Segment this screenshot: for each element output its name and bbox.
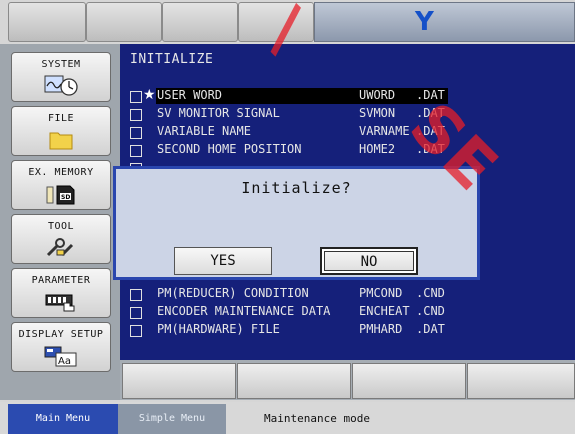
item-file: UWORD xyxy=(359,88,396,102)
svg-text:Aa: Aa xyxy=(58,356,71,367)
list-item[interactable]: PM(REDUCER) CONDITION PMCOND .CND xyxy=(126,286,456,302)
list-item[interactable]: SV MONITOR SIGNAL SVMON .DAT xyxy=(126,106,456,122)
sidebar-item-tool[interactable]: TOOL xyxy=(11,214,111,264)
sidebar-item-file[interactable]: FILE xyxy=(11,106,111,156)
checkbox[interactable] xyxy=(130,109,142,121)
item-name: PM(HARDWARE) FILE xyxy=(157,322,280,336)
checkbox[interactable] xyxy=(130,325,142,337)
item-name: VARIABLE NAME xyxy=(157,124,251,138)
yes-button[interactable]: YES xyxy=(174,247,272,275)
dialog-title: Initialize? xyxy=(241,179,352,197)
axis-indicator: Y xyxy=(415,7,434,37)
sidebar-item-label: SYSTEM xyxy=(41,59,81,70)
page-title: INITIALIZE xyxy=(130,52,214,67)
item-ext: .DAT xyxy=(416,142,445,156)
item-file: HOME2 xyxy=(359,142,396,156)
item-ext: .CND xyxy=(416,304,445,318)
initialize-confirm-dialog: Initialize? YES NO xyxy=(113,166,480,280)
list-item[interactable]: SECOND HOME POSITION HOME2 .DAT xyxy=(126,142,456,158)
axis-indicator-bar: Y xyxy=(314,2,575,42)
sd-card-icon: SD xyxy=(46,185,75,205)
function-button-4[interactable] xyxy=(467,363,575,399)
sidebar-item-label: EX. MEMORY xyxy=(28,167,94,178)
top-tab-1[interactable] xyxy=(8,2,86,42)
sidebar-item-system[interactable]: SYSTEM xyxy=(11,52,111,102)
main-menu-button[interactable]: Main Menu xyxy=(8,404,118,434)
folder-icon xyxy=(49,132,73,150)
item-ext: .CND xyxy=(416,286,445,300)
sidebar-item-label: PARAMETER xyxy=(31,275,91,286)
item-ext: .DAT xyxy=(416,88,445,102)
function-button-2[interactable] xyxy=(237,363,351,399)
sidebar-item-ex-memory[interactable]: EX. MEMORY SD xyxy=(11,160,111,210)
item-name: PM(REDUCER) CONDITION xyxy=(157,286,309,300)
top-tab-2[interactable] xyxy=(86,2,162,42)
item-ext: .DAT xyxy=(416,106,445,120)
item-name: USER WORD xyxy=(157,88,223,102)
item-name: SV MONITOR SIGNAL xyxy=(157,106,280,120)
parameter-hand-icon xyxy=(45,294,75,312)
item-file: PMCOND xyxy=(359,286,403,300)
list-item[interactable]: VARIABLE NAME VARNAME .DAT xyxy=(126,124,456,140)
no-button[interactable]: NO xyxy=(320,247,418,275)
top-tab-3[interactable] xyxy=(162,2,238,42)
item-file: PMHARD xyxy=(359,322,403,336)
sidebar-item-display-setup[interactable]: DISPLAY SETUP Aa xyxy=(11,322,111,372)
item-file: ENCHEAT xyxy=(359,304,410,318)
list-item[interactable]: ★ USER WORD UWORD .DAT xyxy=(126,87,456,104)
tool-icon xyxy=(46,238,74,257)
simple-menu-button[interactable]: Simple Menu xyxy=(118,404,226,434)
checkbox[interactable] xyxy=(130,289,142,301)
checkbox[interactable] xyxy=(130,127,142,139)
sidebar-item-parameter[interactable]: PARAMETER xyxy=(11,268,111,318)
function-button-1[interactable] xyxy=(122,363,236,399)
display-font-icon: Aa xyxy=(44,346,77,367)
list-item[interactable]: ENCODER MAINTENANCE DATA ENCHEAT .CND xyxy=(126,304,456,320)
chart-gauge-icon xyxy=(44,75,78,96)
list-item[interactable]: PM(HARDWARE) FILE PMHARD .DAT xyxy=(126,322,456,338)
mode-indicator: Maintenance mode xyxy=(264,412,370,425)
item-file: SVMON xyxy=(359,106,396,120)
sidebar-item-label: TOOL xyxy=(47,221,75,232)
item-ext: .DAT xyxy=(416,322,445,336)
checkbox[interactable] xyxy=(130,91,142,103)
item-ext: .DAT xyxy=(416,124,445,138)
sidebar-item-label: DISPLAY SETUP xyxy=(18,329,104,340)
checkbox[interactable] xyxy=(130,145,142,157)
svg-text:SD: SD xyxy=(61,194,70,201)
top-tab-4[interactable] xyxy=(238,2,314,42)
item-file: VARNAME xyxy=(359,124,410,138)
checkbox[interactable] xyxy=(130,307,142,319)
item-name: SECOND HOME POSITION xyxy=(157,142,302,156)
function-button-3[interactable] xyxy=(352,363,466,399)
item-name: ENCODER MAINTENANCE DATA xyxy=(157,304,331,318)
sidebar-item-label: FILE xyxy=(47,113,75,124)
star-icon: ★ xyxy=(143,87,156,103)
